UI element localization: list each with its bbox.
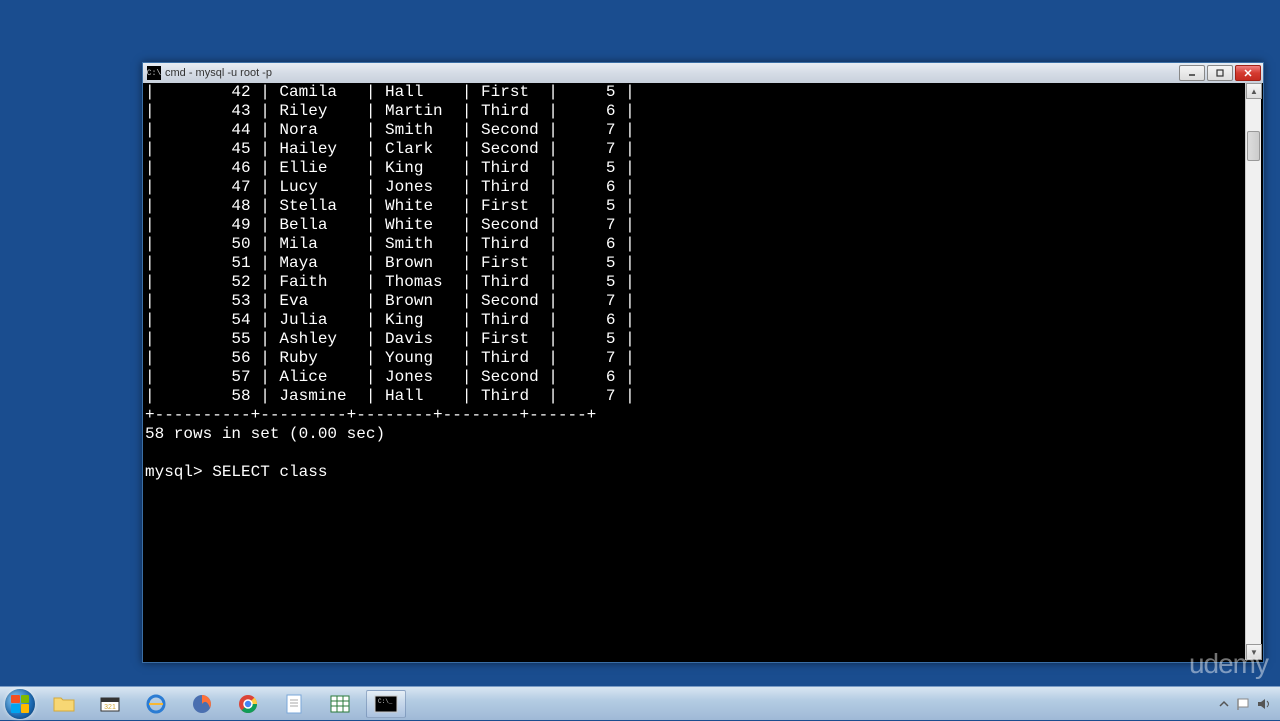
scroll-up-arrow[interactable]: ▲ — [1246, 83, 1262, 99]
chrome-icon — [237, 693, 259, 715]
folder-icon — [52, 694, 76, 714]
start-button[interactable] — [0, 687, 40, 721]
svg-text:C:\_: C:\_ — [378, 698, 393, 705]
taskbar[interactable]: 321 C:\_ — [0, 686, 1280, 720]
cmd-icon: C:\ — [147, 66, 161, 80]
spreadsheet-icon — [329, 693, 351, 715]
terminal-content[interactable]: | 42 | Camila | Hall | First | 5 | | 43 … — [145, 83, 1261, 660]
udemy-watermark: udemy — [1189, 648, 1268, 680]
terminal-body[interactable]: | 42 | Camila | Hall | First | 5 | | 43 … — [145, 83, 1261, 660]
scroll-thumb[interactable] — [1247, 131, 1260, 161]
command-prompt-window: C:\ cmd - mysql -u root -p | 42 | Camila… — [142, 62, 1264, 663]
taskbar-excel[interactable] — [320, 690, 360, 718]
taskbar-firefox[interactable] — [182, 690, 222, 718]
tray-flag-icon[interactable] — [1236, 697, 1250, 711]
taskbar-cmd[interactable]: C:\_ — [366, 690, 406, 718]
vertical-scrollbar[interactable]: ▲ ▼ — [1245, 83, 1261, 660]
windows-logo-icon — [5, 689, 35, 719]
close-button[interactable] — [1235, 65, 1261, 81]
system-tray[interactable] — [1218, 697, 1280, 711]
maximize-button[interactable] — [1207, 65, 1233, 81]
ie-icon — [145, 693, 167, 715]
window-title: cmd - mysql -u root -p — [165, 67, 1179, 79]
firefox-icon — [191, 693, 213, 715]
minimize-button[interactable] — [1179, 65, 1205, 81]
notepad-icon — [284, 693, 304, 715]
window-controls — [1179, 65, 1261, 81]
taskbar-media-player[interactable]: 321 — [90, 690, 130, 718]
cmd-icon: C:\_ — [374, 695, 398, 713]
taskbar-explorer[interactable] — [44, 690, 84, 718]
taskbar-chrome[interactable] — [228, 690, 268, 718]
tray-show-hidden-icon[interactable] — [1218, 698, 1230, 710]
svg-text:321: 321 — [104, 704, 116, 711]
tray-volume-icon[interactable] — [1256, 697, 1272, 711]
taskbar-notepad[interactable] — [274, 690, 314, 718]
clapperboard-icon: 321 — [98, 694, 122, 714]
titlebar[interactable]: C:\ cmd - mysql -u root -p — [143, 63, 1263, 83]
taskbar-items: 321 C:\_ — [40, 690, 410, 718]
taskbar-internet-explorer[interactable] — [136, 690, 176, 718]
